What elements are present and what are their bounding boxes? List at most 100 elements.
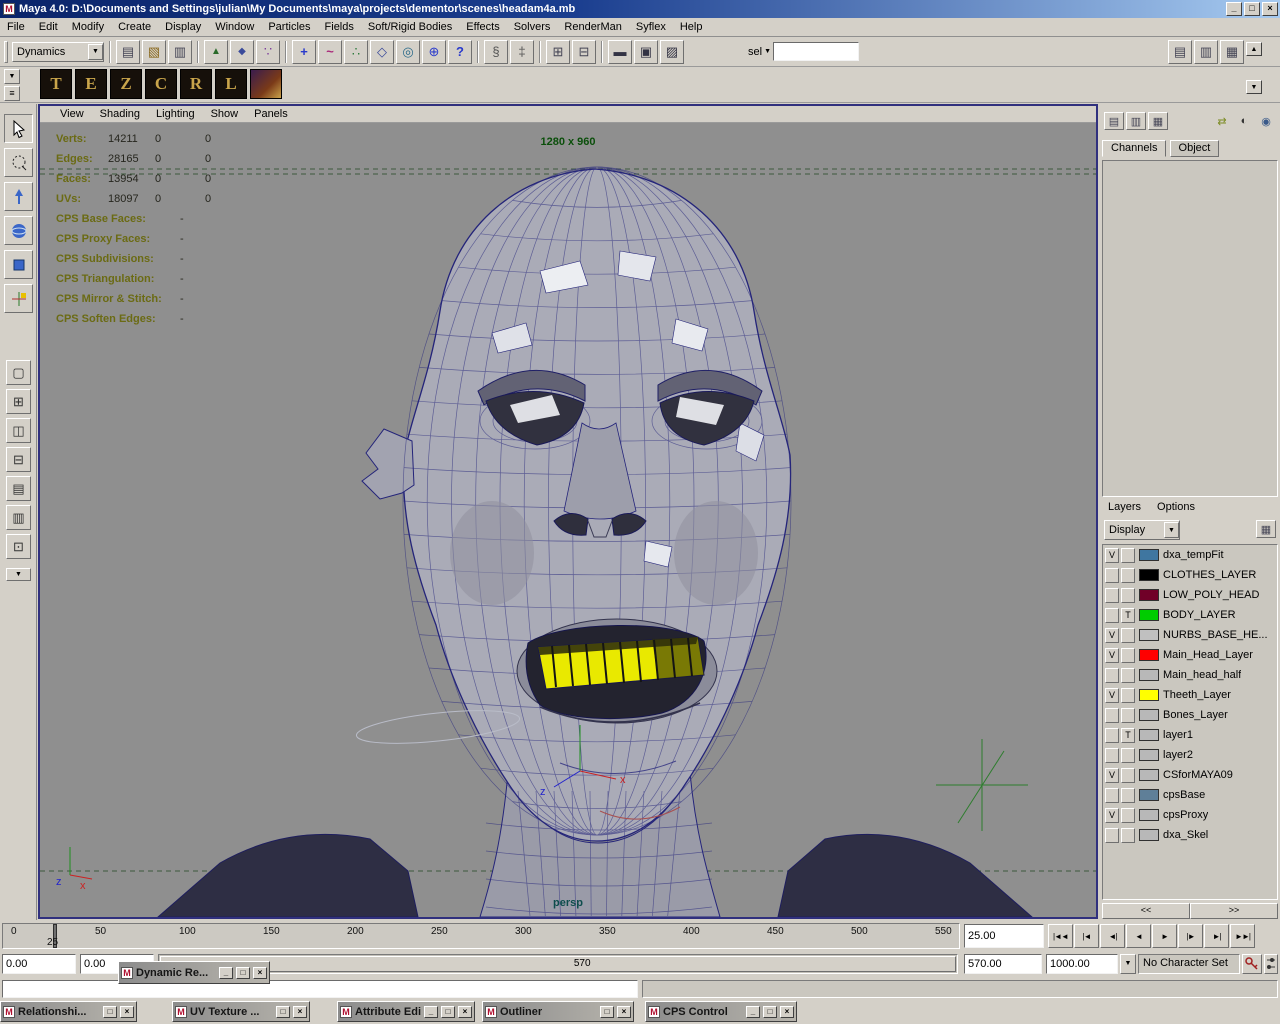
tab-object[interactable]: Object [1170,140,1220,157]
scale-tool[interactable] [4,250,33,279]
play-backwards-button[interactable]: ◄ [1126,924,1151,948]
select-object-button[interactable]: ◆ [230,40,254,64]
shelf-item-z[interactable]: Z [110,69,142,99]
lasso-select-tool[interactable] [4,148,33,177]
layer-type-toggle[interactable] [1121,588,1135,603]
playback-end-field[interactable] [964,954,1042,974]
snap-points-button[interactable]: ∴ [344,40,368,64]
menu-solvers[interactable]: Solvers [507,19,558,35]
viewport-menu-lighting[interactable]: Lighting [148,107,203,121]
layer-visibility-toggle[interactable] [1105,588,1119,603]
layer-color-swatch[interactable] [1139,809,1159,821]
menu-display[interactable]: Display [158,19,208,35]
layer-color-swatch[interactable] [1139,789,1159,801]
restore-button[interactable]: □ [276,1006,290,1018]
menu-edit[interactable]: Edit [32,19,65,35]
layer-type-toggle[interactable] [1121,768,1135,783]
layout-graph-persp-button[interactable]: ▥ [6,505,31,530]
layer-visibility-toggle[interactable] [1105,728,1119,743]
layer-color-swatch[interactable] [1139,589,1159,601]
animation-end-field[interactable] [1046,954,1118,974]
new-scene-button[interactable]: ▤ [116,40,140,64]
restore-button[interactable]: □ [236,967,250,979]
menu-particles[interactable]: Particles [261,19,317,35]
layer-color-swatch[interactable] [1139,729,1159,741]
character-set-selector[interactable]: No Character Set [1138,954,1240,974]
outline-view-button[interactable]: ▦ [1148,112,1168,130]
shelf-scroll-up-button[interactable]: ▲ [1246,42,1262,56]
step-forward-button[interactable]: |► [1178,924,1203,948]
grid-display-button[interactable]: ⊞ [546,40,570,64]
layer-color-swatch[interactable] [1139,829,1159,841]
menu-create[interactable]: Create [111,19,158,35]
menu-soft-rigid-bodies[interactable]: Soft/Rigid Bodies [361,19,459,35]
shelf-item-c[interactable]: C [145,69,177,99]
color-display-button[interactable]: ◉ [1256,112,1276,130]
layer-visibility-toggle[interactable] [1105,568,1119,583]
layer-type-toggle[interactable] [1121,828,1135,843]
menu-file[interactable]: File [0,19,32,35]
shelf-tab-selector[interactable]: ▼ [4,69,20,84]
layout-more-button[interactable]: ▼ [6,568,31,581]
close-button[interactable]: × [458,1006,472,1018]
layer-row[interactable]: dxa_Skel [1103,825,1277,845]
snap-curves-button[interactable]: ~ [318,40,342,64]
tab-channels[interactable]: Channels [1102,140,1166,157]
make-live-button[interactable]: ◎ [396,40,420,64]
character-set-dropdown-button[interactable]: ▼ [1120,954,1136,974]
input-connections-button[interactable]: ⊕ [422,40,446,64]
minimize-button[interactable]: _ [1226,2,1242,16]
animation-start-field[interactable] [2,954,76,974]
layer-type-toggle[interactable]: T [1121,728,1135,743]
tool-settings-toggle-button[interactable]: ▥ [1194,40,1218,64]
layer-type-toggle[interactable] [1121,748,1135,763]
attribute-editor-toggle-button[interactable]: ▤ [1168,40,1192,64]
select-tool[interactable] [4,114,33,143]
minimize-button[interactable]: _ [219,967,233,979]
sel-dropdown-icon[interactable]: ▼ [764,48,771,55]
close-button[interactable]: × [1262,2,1278,16]
layer-visibility-toggle[interactable] [1105,668,1119,683]
layer-visibility-toggle[interactable]: V [1105,808,1119,823]
current-time-field[interactable] [964,924,1044,948]
quick-select-input[interactable] [773,42,859,61]
channel-box-empty[interactable] [1102,160,1278,497]
new-layer-button[interactable]: ▦ [1256,520,1276,538]
viewport-menu-view[interactable]: View [52,107,92,121]
step-back-button[interactable]: ◄| [1100,924,1125,948]
open-scene-button[interactable]: ▧ [142,40,166,64]
range-slider-bar[interactable]: 570 [160,956,956,972]
layer-type-toggle[interactable] [1121,568,1135,583]
layer-color-swatch[interactable] [1139,629,1159,641]
layer-row[interactable]: Tlayer1 [1103,725,1277,745]
menu-set-selector[interactable]: Dynamics ▼ [12,42,104,62]
layer-color-swatch[interactable] [1139,749,1159,761]
render-button[interactable]: ▬ [608,40,632,64]
close-button[interactable]: × [120,1006,134,1018]
minimize-button[interactable]: _ [746,1006,760,1018]
restore-button[interactable]: □ [441,1006,455,1018]
snap-grids-button[interactable]: + [292,40,316,64]
layer-color-swatch[interactable] [1139,689,1159,701]
viewport-menu-panels[interactable]: Panels [246,107,296,121]
layer-row[interactable]: VMain_Head_Layer [1103,645,1277,665]
layout-outliner-persp-button[interactable]: ▤ [6,476,31,501]
layer-color-swatch[interactable] [1139,569,1159,581]
list-view-button[interactable]: ▤ [1104,112,1124,130]
restore-button[interactable]: □ [600,1006,614,1018]
layer-row[interactable]: TBODY_LAYER [1103,605,1277,625]
menu-renderman[interactable]: RenderMan [557,19,628,35]
menu-effects[interactable]: Effects [459,19,506,35]
title-bar[interactable]: M Maya 4.0: D:\Documents and Settings\ju… [0,0,1280,18]
select-component-button[interactable]: ∵ [256,40,280,64]
range-slider-track[interactable]: 570 [158,954,958,974]
minimized-window-cps-control[interactable]: M CPS Control _ □ × [645,1001,797,1022]
render-globals-button[interactable]: ▨ [660,40,684,64]
construction-history-button[interactable]: § [484,40,508,64]
minimized-window-attribute-editor[interactable]: M Attribute Edi... _ □ × [337,1001,475,1022]
previous-key-button[interactable]: |◄ [1074,924,1099,948]
go-to-end-button[interactable]: ►►| [1230,924,1255,948]
next-key-button[interactable]: ►| [1204,924,1229,948]
menu-syflex[interactable]: Syflex [629,19,673,35]
modeling-panel-button[interactable]: ‡ [510,40,534,64]
